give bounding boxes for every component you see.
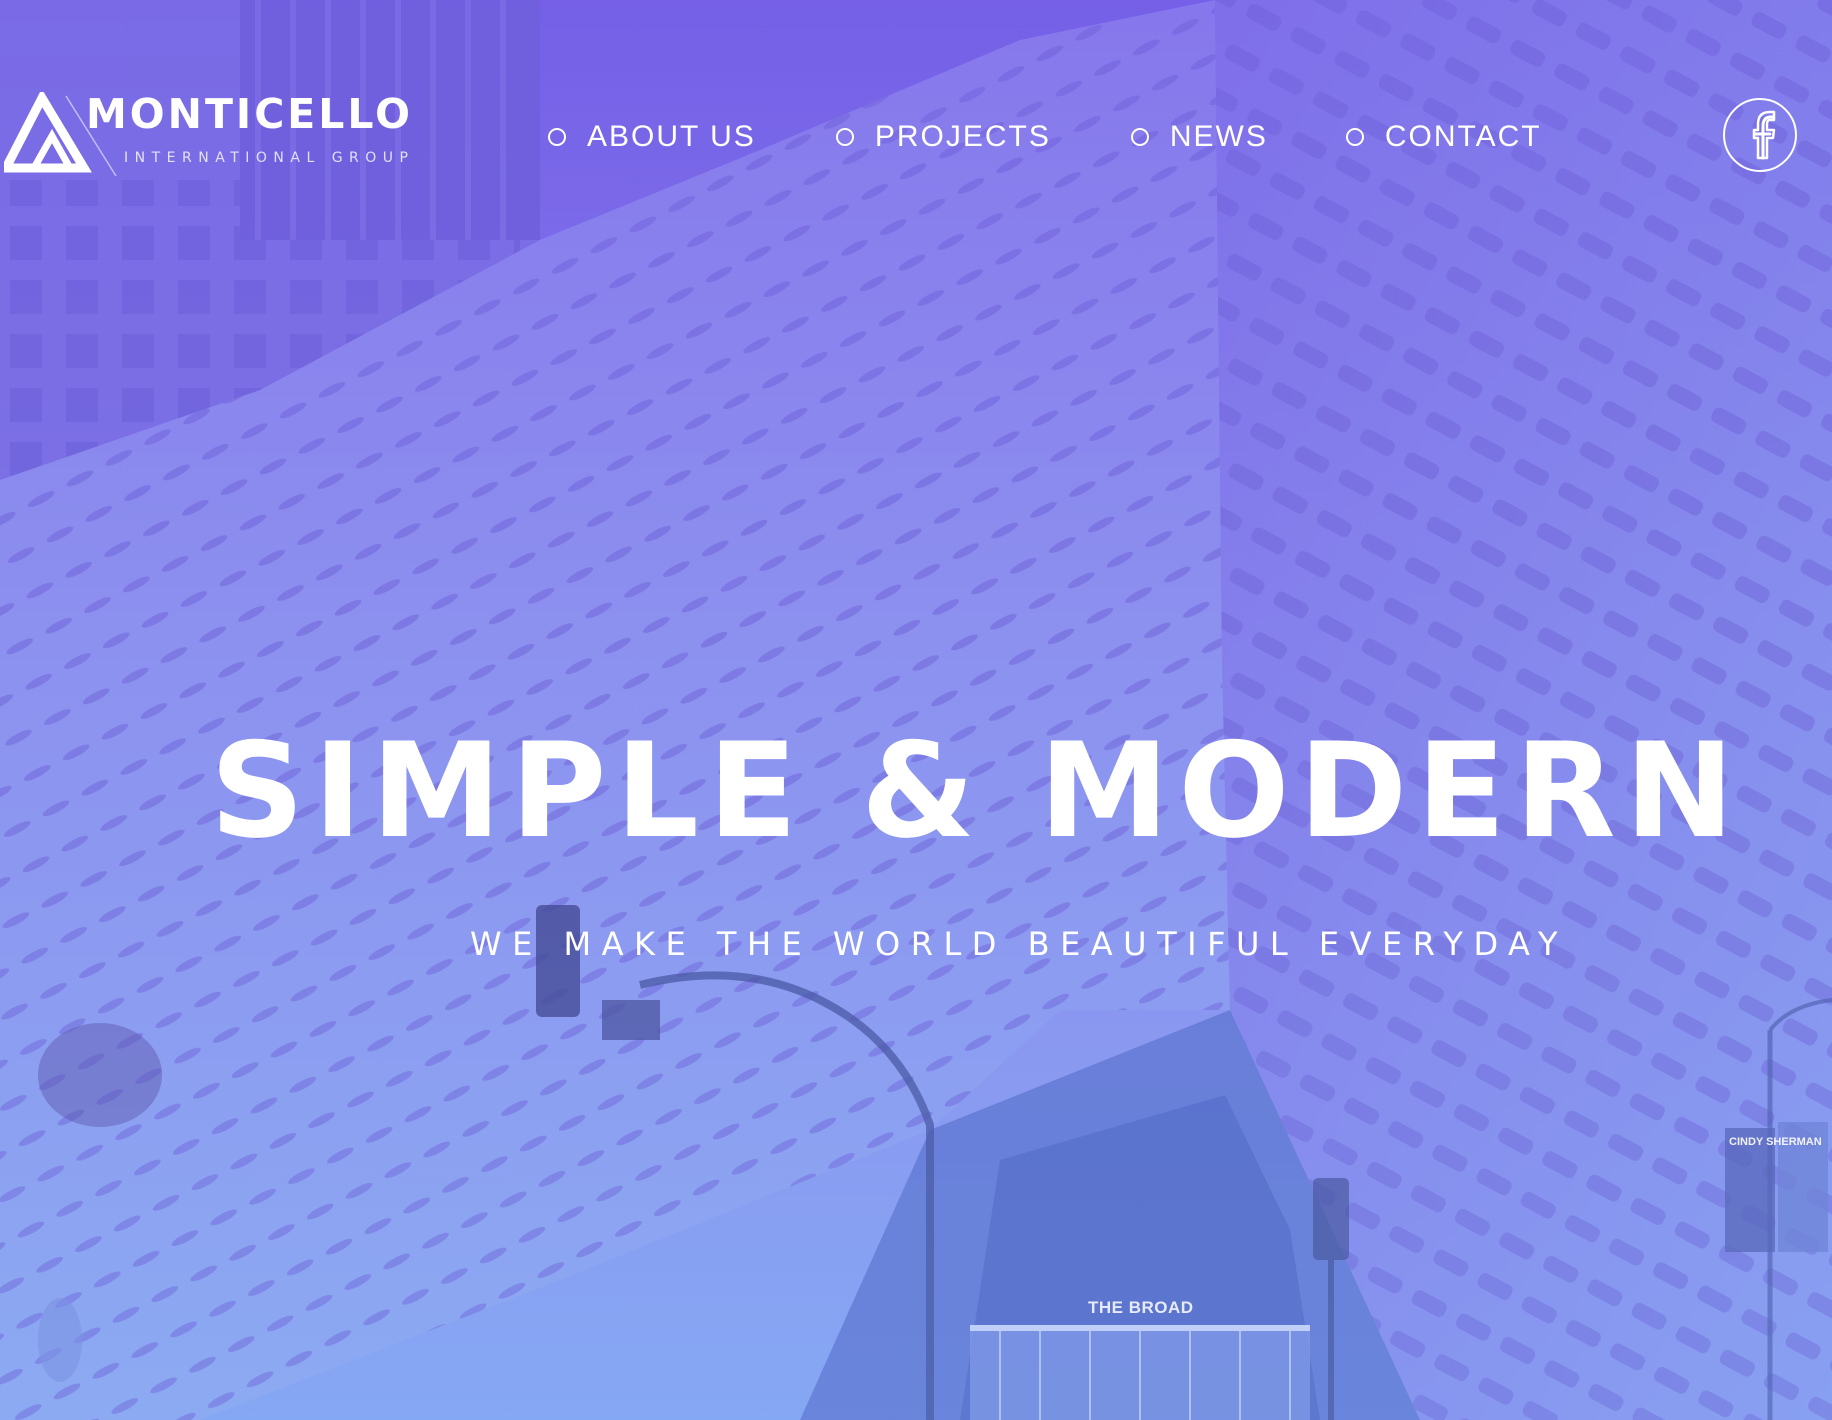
brand-tagline: INTERNATIONAL GROUP — [124, 150, 415, 166]
facebook-icon — [1752, 110, 1776, 160]
nav-item-projects[interactable]: PROJECTS — [835, 120, 1051, 154]
nav-bullet-icon — [835, 128, 854, 146]
main-nav: ABOUT US PROJECTS NEWS CONTACT — [548, 117, 1542, 157]
nav-bullet-icon — [1345, 128, 1364, 146]
nav-item-news[interactable]: NEWS — [1130, 120, 1268, 154]
nav-item-label: CONTACT — [1384, 120, 1542, 153]
hero-subtitle: WE MAKE THE WORLD BEAUTIFUL EVERYDAY — [470, 925, 1568, 963]
nav-item-label: ABOUT US — [587, 120, 756, 153]
facebook-button[interactable] — [1723, 98, 1797, 172]
hero-title: SIMPLE & MODERN — [210, 714, 1744, 867]
building-sign-text: THE BROAD — [1088, 1298, 1194, 1317]
brand-name: MONTICELLO — [86, 90, 413, 138]
nav-item-about-us[interactable]: ABOUT US — [548, 120, 756, 154]
nav-bullet-icon — [1130, 128, 1149, 146]
hero-section: MONTICELLO INTERNATIONAL GROUP ABOUT US … — [0, 0, 1832, 1420]
nav-item-label: PROJECTS — [874, 120, 1051, 153]
nav-item-label: NEWS — [1169, 120, 1268, 153]
poster-text: CINDY SHERMAN — [1729, 1136, 1822, 1148]
brand-logo[interactable]: MONTICELLO INTERNATIONAL GROUP — [4, 92, 410, 176]
nav-item-contact[interactable]: CONTACT — [1345, 120, 1542, 154]
site-header: MONTICELLO INTERNATIONAL GROUP ABOUT US … — [0, 0, 1832, 230]
nav-bullet-icon — [548, 128, 566, 146]
